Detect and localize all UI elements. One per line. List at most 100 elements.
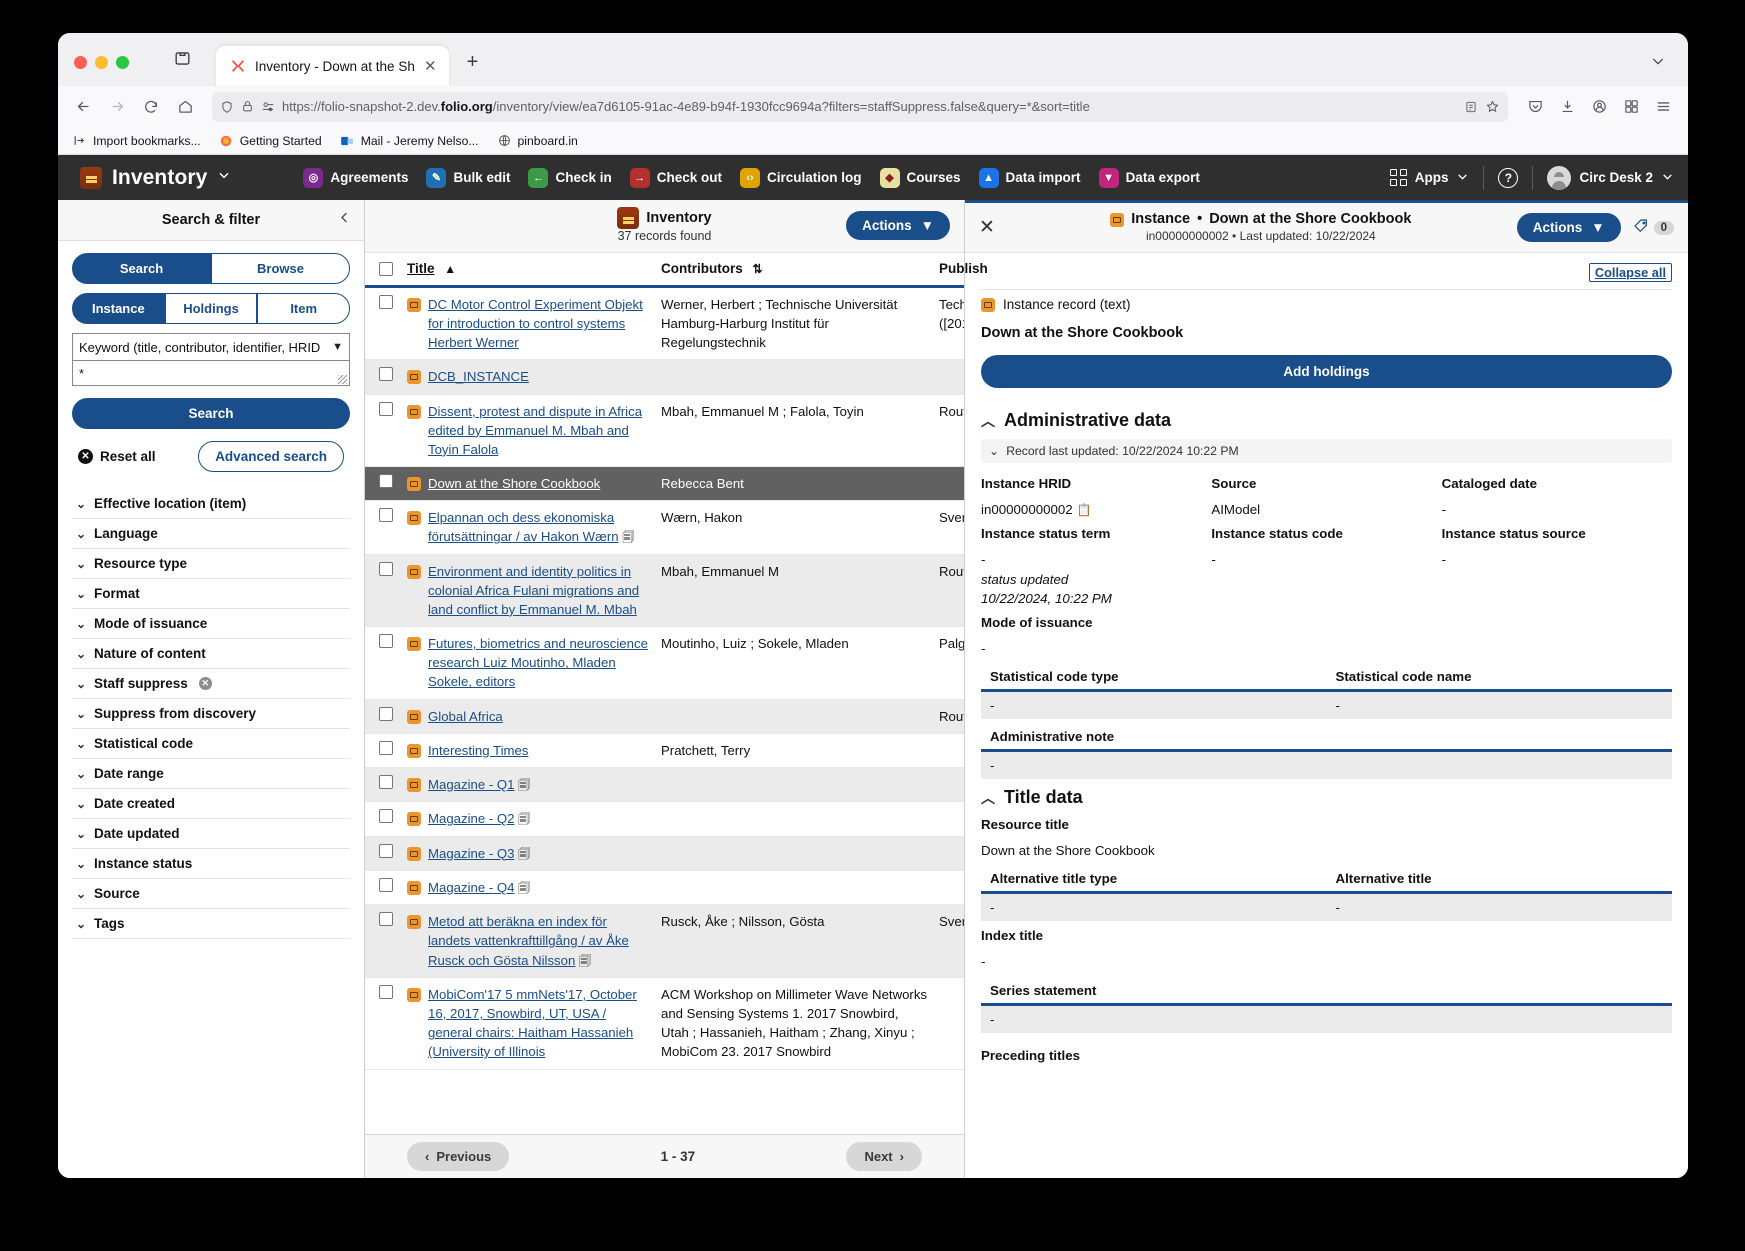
filter-date-range[interactable]: ⌄ Date range	[72, 759, 350, 789]
tags-button[interactable]: 0	[1633, 218, 1674, 237]
row-title-link[interactable]: Elpannan och dess ekonomiska förutsättni…	[428, 510, 619, 544]
pocket-icon[interactable]	[1520, 92, 1550, 122]
table-row[interactable]: Metod att beräkna en index för landets v…	[365, 905, 964, 979]
row-checkbox[interactable]	[379, 985, 393, 1000]
reset-all-button[interactable]: ✕ Reset all	[78, 449, 156, 464]
table-row[interactable]: Futures, biometrics and neuroscience res…	[365, 627, 964, 700]
filter-date-updated[interactable]: ⌄ Date updated	[72, 819, 350, 849]
chevron-down-icon[interactable]	[1650, 53, 1666, 74]
row-title-link[interactable]: DCB_INSTANCE	[428, 367, 529, 386]
table-row[interactable]: Dissent, protest and dispute in Africa e…	[365, 395, 964, 467]
app-brand[interactable]: Inventory	[80, 166, 231, 190]
nav-bulk-edit[interactable]: ✎ Bulk edit	[426, 167, 510, 188]
filter-resource-type[interactable]: ⌄ Resource type	[72, 549, 350, 579]
address-bar[interactable]: https://folio-snapshot-2.dev.folio.org/i…	[212, 91, 1508, 122]
row-checkbox[interactable]	[379, 912, 393, 927]
lock-icon[interactable]	[241, 100, 254, 113]
downloads-icon[interactable]	[1552, 92, 1582, 122]
user-menu-button[interactable]: Circ Desk 2	[1547, 165, 1674, 190]
bookmark-mail[interactable]: Mail - Jeremy Nelso...	[340, 133, 479, 148]
filter-mode-of-issuance[interactable]: ⌄ Mode of issuance	[72, 609, 350, 639]
filter-effective-location[interactable]: ⌄ Effective location (item)	[72, 489, 350, 519]
row-title-link[interactable]: DC Motor Control Experiment Objekt for i…	[428, 295, 651, 352]
table-row[interactable]: MobiCom'17 5 mmNets'17, October 16, 2017…	[365, 978, 964, 1070]
table-row[interactable]: Magazine - Q3 🗐	[365, 836, 964, 871]
filter-suppress-from-discovery[interactable]: ⌄ Suppress from discovery	[72, 699, 350, 729]
table-row[interactable]: Magazine - Q1 🗐	[365, 767, 964, 803]
row-title-link[interactable]: Magazine - Q1	[428, 777, 515, 792]
new-tab-button[interactable]: +	[467, 51, 479, 86]
search-index-select[interactable]: Keyword (title, contributor, identifier,…	[72, 333, 350, 360]
tab-item[interactable]: Item	[257, 293, 351, 324]
app-menu-icon[interactable]	[1648, 92, 1678, 122]
bookmark-import[interactable]: Import bookmarks...	[72, 133, 201, 148]
row-checkbox[interactable]	[379, 740, 393, 755]
row-checkbox[interactable]	[379, 401, 393, 416]
home-button[interactable]	[170, 92, 200, 122]
nav-circulation-log[interactable]: ‹› Circulation log	[740, 167, 862, 188]
tab-search[interactable]: Search	[72, 253, 211, 284]
row-title-link[interactable]: Magazine - Q3	[428, 846, 515, 861]
row-checkbox[interactable]	[379, 877, 393, 892]
browser-tab[interactable]: Inventory - Down at the Shore C ✕	[216, 46, 449, 86]
table-row[interactable]: Magazine - Q4 🗐	[365, 871, 964, 906]
nav-agreements[interactable]: ◎ Agreements	[303, 167, 408, 188]
row-title-link[interactable]: Futures, biometrics and neuroscience res…	[428, 634, 651, 691]
filter-language[interactable]: ⌄ Language	[72, 519, 350, 549]
title-data-section-header[interactable]: ︿ Title data	[981, 787, 1672, 808]
collapse-all-button[interactable]: Collapse all	[1588, 263, 1672, 282]
nav-data-import[interactable]: ▲ Data import	[978, 167, 1081, 188]
results-actions-button[interactable]: Actions ▼	[846, 211, 950, 240]
row-checkbox[interactable]	[379, 706, 393, 721]
reader-view-icon[interactable]	[1464, 100, 1478, 114]
record-last-updated-accordion[interactable]: ⌄ Record last updated: 10/22/2024 10:22 …	[981, 439, 1672, 463]
row-title-link[interactable]: Environment and identity politics in col…	[428, 562, 651, 619]
administrative-data-section-header[interactable]: ︿ Administrative data	[981, 410, 1672, 431]
row-checkbox[interactable]	[379, 508, 393, 523]
add-holdings-button[interactable]: Add holdings	[981, 355, 1672, 388]
bookmark-pinboard[interactable]: pinboard.in	[497, 133, 578, 148]
filter-instance-status[interactable]: ⌄ Instance status	[72, 849, 350, 879]
chevron-down-icon[interactable]	[217, 168, 231, 187]
resize-handle[interactable]	[338, 375, 347, 384]
close-icon[interactable]: ✕	[979, 216, 1005, 239]
copy-icon[interactable]: 📋	[1077, 503, 1092, 517]
bookmark-star-icon[interactable]	[1485, 99, 1500, 114]
table-row[interactable]: Global Africa Routled	[365, 699, 964, 734]
row-title-link[interactable]: MobiCom'17 5 mmNets'17, October 16, 2017…	[428, 985, 651, 1062]
next-page-button[interactable]: Next ›	[846, 1142, 922, 1171]
tab-browse[interactable]: Browse	[211, 253, 350, 284]
apps-menu-button[interactable]: Apps	[1389, 169, 1470, 186]
table-row-selected[interactable]: Down at the Shore Cookbook Rebecca Bent	[365, 466, 964, 502]
table-row[interactable]: Elpannan och dess ekonomiska förutsättni…	[365, 501, 964, 555]
forward-button[interactable]	[102, 92, 132, 122]
tab-list-icon[interactable]	[173, 49, 192, 86]
nav-check-in[interactable]: ← Check in	[528, 167, 612, 188]
filter-staff-suppress[interactable]: ⌄ Staff suppress ✕	[72, 669, 350, 699]
row-checkbox[interactable]	[379, 473, 393, 488]
column-header-publisher[interactable]: Publish	[939, 261, 988, 276]
close-tab-icon[interactable]: ✕	[424, 59, 437, 74]
search-button[interactable]: Search	[72, 398, 350, 429]
maximize-window-button[interactable]	[116, 56, 129, 69]
bookmark-getting-started[interactable]: Getting Started	[219, 133, 322, 148]
column-header-contributors[interactable]: Contributors ⇅	[661, 261, 939, 276]
filter-source[interactable]: ⌄ Source	[72, 879, 350, 909]
nav-check-out[interactable]: → Check out	[629, 167, 722, 188]
row-checkbox[interactable]	[379, 843, 393, 858]
row-checkbox[interactable]	[379, 367, 393, 382]
filter-nature-of-content[interactable]: ⌄ Nature of content	[72, 639, 350, 669]
previous-page-button[interactable]: ‹ Previous	[407, 1142, 510, 1171]
minimize-window-button[interactable]	[95, 56, 108, 69]
clear-filter-icon[interactable]: ✕	[198, 677, 212, 690]
table-row[interactable]: Interesting Times Pratchett, Terry	[365, 734, 964, 768]
help-icon[interactable]: ?	[1498, 167, 1519, 188]
row-checkbox[interactable]	[379, 774, 393, 789]
filter-tags[interactable]: ⌄ Tags	[72, 909, 350, 939]
close-window-button[interactable]	[74, 56, 87, 69]
nav-courses[interactable]: ◆ Courses	[879, 167, 961, 188]
row-checkbox[interactable]	[379, 295, 393, 309]
filter-date-created[interactable]: ⌄ Date created	[72, 789, 350, 819]
select-all-checkbox[interactable]	[379, 261, 393, 276]
row-checkbox[interactable]	[379, 809, 393, 824]
